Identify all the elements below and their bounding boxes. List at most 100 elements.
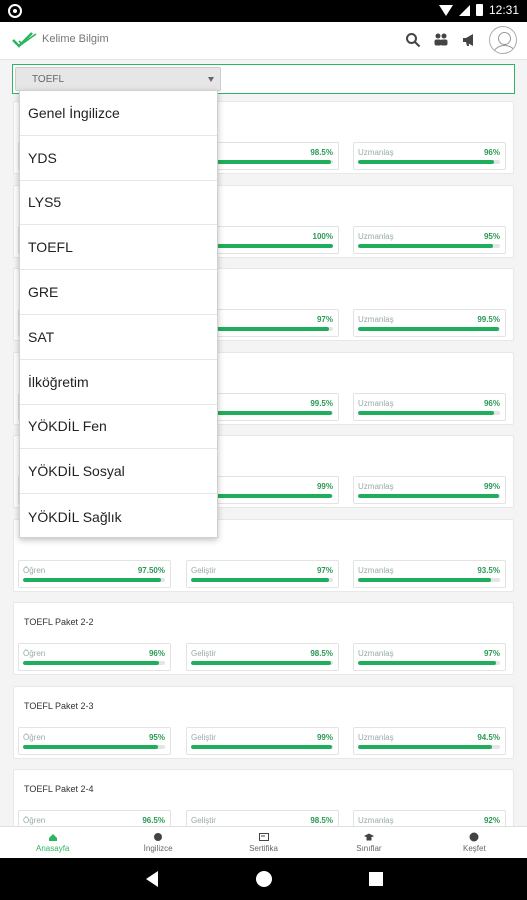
dropdown-option[interactable]: SAT [20,315,217,360]
progress-stat[interactable]: Geliştir 99% [186,726,339,755]
progress-bar [23,577,165,582]
stat-value: 98.5% [310,649,333,658]
progress-stat[interactable]: Öğren 96.5% [18,810,171,826]
progress-stat[interactable]: Geliştir 97% [186,559,339,588]
progress-bar [358,243,500,248]
progress-bar-fill [191,744,332,749]
package-title: TOEFL Paket 2-3 [24,700,94,711]
notification-icon [8,4,22,18]
progress-bar [23,661,165,665]
nav-item-graduation-cap[interactable]: Sınıflar [316,827,421,858]
stat-label: Uzmanlaş [358,231,394,241]
stat-value: 93.5% [477,565,500,575]
progress-bar-fill [358,744,493,749]
progress-bar [191,744,333,749]
progress-bar [358,577,500,582]
recent-apps-icon[interactable] [369,872,383,886]
megaphone-icon[interactable] [461,32,477,48]
progress-stat[interactable]: Uzmanlaş 96% [353,392,506,421]
progress-stat[interactable]: Uzmanlaş 93.5% [353,559,506,588]
stat-value: 96% [483,148,500,157]
nav-label: İngilizce [143,844,173,853]
dropdown-option[interactable]: YÖKDİL Fen [20,405,217,450]
progress-stat[interactable]: Uzmanlaş 92% [353,810,506,826]
dropdown-option[interactable]: Genel İngilizce [20,91,217,136]
exam-select[interactable]: TOEFL [15,67,221,91]
search-icon[interactable] [405,32,421,48]
nav-item-globe[interactable]: İngilizce [105,827,210,858]
progress-stat[interactable]: Uzmanlaş 99% [353,476,506,504]
progress-bar [191,577,333,582]
stat-value: 97% [483,649,500,658]
stat-label: Uzmanlaş [358,732,394,742]
progress-bar [358,661,500,665]
stat-value: 99% [316,482,333,491]
package-card[interactable]: TOEFL Paket 2-4 Öğren 96.5% Geliştir 98.5% Uz… [13,769,514,826]
package-title: TOEFL Paket 2-2 [24,617,94,627]
stat-label: Geliştir [191,816,216,825]
progress-stat[interactable]: Geliştir 98.5% [186,643,339,671]
stat-value: 99% [483,482,500,491]
stat-value: 97% [316,315,333,324]
progress-stat[interactable]: Uzmanlaş 99.5% [353,309,506,337]
dropdown-option[interactable]: YÖKDİL Sağlık [20,494,217,539]
dropdown-option[interactable]: İlköğretim [20,360,217,405]
stat-value: 97.50% [137,565,165,575]
progress-stat[interactable]: Uzmanlaş 96% [353,142,506,170]
dropdown-option[interactable]: GRE [20,270,217,315]
stat-value: 99.5% [477,315,500,324]
nav-label: Anasayfa [36,844,70,853]
stat-label: Öğren [23,649,46,658]
progress-bar-fill [23,661,160,665]
nav-label: Keşfet [462,844,486,853]
progress-stat[interactable]: Öğren 96% [18,643,171,671]
stat-value: 92% [483,816,500,825]
graduation-cap-icon [363,833,374,841]
stat-label: Geliştir [191,565,216,575]
nav-item-home[interactable]: Anasayfa [0,827,105,858]
progress-bar [23,744,165,749]
progress-stat[interactable]: Uzmanlaş 94.5% [353,726,506,755]
users-icon[interactable] [433,32,449,48]
dropdown-option[interactable]: TOEFL [20,225,217,271]
stat-value: 100% [312,231,333,241]
avatar[interactable] [489,26,517,54]
progress-bar [191,661,333,665]
progress-bar [358,410,500,415]
stat-value: 96% [483,398,500,408]
progress-bar-fill [358,160,495,164]
dropdown-option[interactable]: LYS5 [20,181,217,226]
certificate-icon [258,833,269,841]
back-icon[interactable] [146,871,158,887]
app-bar: Kelime Bilgim [0,22,527,60]
stat-label: Uzmanlaş [358,816,394,825]
dropdown-option[interactable]: YÖKDİL Sosyal [20,449,217,495]
package-card[interactable]: TOEFL Paket 2-3 Öğren 95% Geliştir 99% Uzmanl… [13,685,514,759]
nav-item-question[interactable]: Keşfet [422,827,527,858]
system-nav-bar [0,858,527,900]
clock: 12:31 [488,3,519,17]
progress-bar-fill [358,661,496,665]
progress-stat[interactable]: Uzmanlaş 97% [353,643,506,671]
package-card[interactable]: TOEFL Paket 2-2 Öğren 96% Geliştir 98.5% Uzma… [13,602,514,675]
progress-bar [358,160,500,164]
home-button-icon[interactable] [256,871,272,887]
dropdown-option[interactable]: YDS [20,136,217,181]
stat-label: Geliştir [191,732,216,742]
progress-bar [358,327,500,331]
progress-stat[interactable]: Uzmanlaş 95% [353,225,506,254]
status-bar: 12:31 [0,0,527,22]
progress-bar-fill [358,494,499,498]
wifi-icon [438,4,453,16]
package-title: TOEFL Paket 2-4 [24,784,94,794]
progress-stat[interactable]: Öğren 95% [18,726,171,755]
globe-icon [154,833,163,841]
exam-select-value: TOEFL [32,74,65,85]
stat-value: 99.5% [310,398,333,408]
progress-stat[interactable]: Geliştir 98.5% [186,810,339,826]
progress-stat[interactable]: Öğren 97.50% [18,559,171,588]
stat-label: Öğren [23,732,46,742]
signal-icon [458,4,470,16]
nav-item-certificate[interactable]: Sertifika [211,827,316,858]
app-title: Kelime Bilgim [42,33,109,45]
